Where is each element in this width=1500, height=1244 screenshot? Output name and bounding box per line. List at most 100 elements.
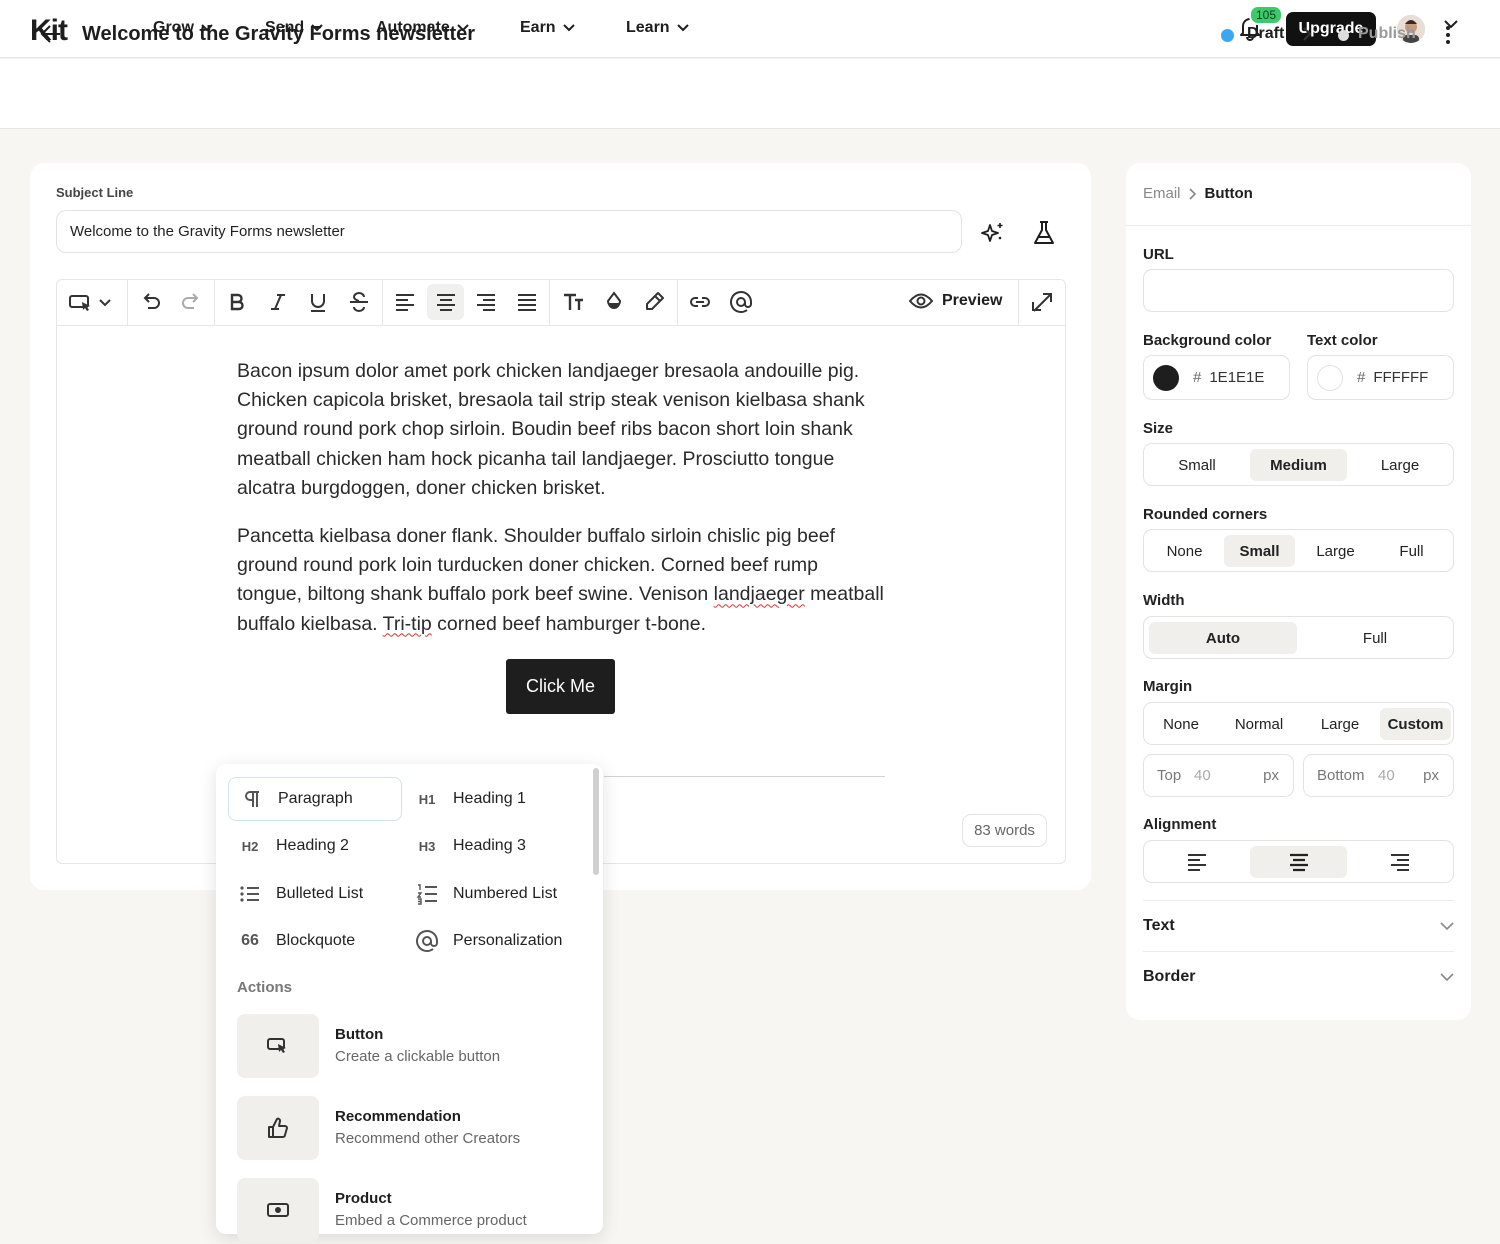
menu-item-label: Numbered List [453,885,558,902]
action-product-tile[interactable] [237,1178,319,1242]
margin-large[interactable]: Large [1305,708,1375,740]
menu-item-heading-1[interactable]: H1 Heading 1 [413,777,526,821]
bulleted-list-icon [236,884,264,904]
underline-icon[interactable] [308,290,328,314]
corners-large[interactable]: Large [1300,535,1371,567]
paragraph-2[interactable]: Pancetta kielbasa doner flank. Shoulder … [237,522,887,639]
align-center-option[interactable] [1250,846,1347,878]
menu-item-paragraph[interactable]: Paragraph [238,777,353,821]
misspelled-word[interactable]: Tri-tip [383,613,432,635]
menu-item-personalization[interactable]: Personalization [413,919,562,963]
strikethrough-icon[interactable] [348,290,370,314]
expand-icon[interactable] [1031,290,1053,314]
action-button-title[interactable]: Button [335,1026,383,1043]
highlight-icon[interactable] [643,290,665,314]
menu-item-numbered-list[interactable]: Numbered List [413,872,557,916]
nav-earn[interactable]: Earn [520,19,575,37]
breadcrumb-email[interactable]: Email [1143,185,1181,202]
email-cta-button[interactable]: Click Me [506,659,615,714]
flask-icon[interactable] [1032,220,1056,246]
width-full[interactable]: Full [1301,622,1449,654]
text-color-value[interactable]: FFFFFF [1373,369,1428,386]
panel-divider [1126,225,1471,226]
size-medium[interactable]: Medium [1250,449,1347,481]
margin-none[interactable]: None [1149,708,1213,740]
url-input[interactable] [1143,269,1454,312]
margin-bottom-label: Bottom [1317,767,1365,784]
corners-full[interactable]: Full [1376,535,1447,567]
ai-sparkle-icon[interactable] [981,221,1005,245]
preview-button[interactable]: Preview [908,291,1002,311]
text-color-swatch[interactable] [1317,364,1343,391]
italic-icon[interactable] [268,290,288,314]
subject-line-label: Subject Line [56,185,134,200]
publish-step[interactable]: Publish [1358,25,1416,43]
margin-custom[interactable]: Custom [1380,708,1451,740]
align-left-icon[interactable] [394,290,416,314]
align-left-option[interactable] [1149,846,1245,878]
margin-top-input[interactable]: Top 40 px [1143,754,1294,797]
block-type-icon[interactable] [68,290,114,314]
text-color-field[interactable]: # FFFFFF [1307,355,1454,400]
notification-badge: 105 [1249,5,1284,25]
size-large[interactable]: Large [1352,449,1448,481]
corners-none[interactable]: None [1149,535,1220,567]
menu-item-blockquote[interactable]: 66 Blockquote [236,919,355,963]
align-right-option[interactable] [1352,846,1448,878]
text-line: meatball chicken ham hock picanha tail l… [237,447,835,470]
bold-icon[interactable] [227,290,247,314]
more-options-icon[interactable] [1439,24,1457,46]
width-auto[interactable]: Auto [1149,622,1297,654]
draft-step[interactable]: Draft [1247,25,1284,43]
margin-top-value[interactable]: 40 [1194,767,1211,784]
action-recommendation-tile[interactable] [237,1096,319,1160]
paragraph-1[interactable]: Bacon ipsum dolor amet pork chicken land… [237,357,887,503]
border-section-toggle[interactable]: Border [1143,968,1454,986]
px-unit: px [1423,767,1439,784]
back-arrow-icon[interactable] [40,24,62,44]
margin-bottom-input[interactable]: Bottom 40 px [1303,754,1454,797]
text-size-icon[interactable] [561,290,585,314]
nav-learn[interactable]: Learn [626,19,689,37]
menu-scrollbar[interactable] [593,768,599,875]
toolbar-divider [57,325,1065,326]
menu-item-heading-2[interactable]: H2 Heading 2 [236,824,349,868]
background-color-field[interactable]: # 1E1E1E [1143,355,1290,400]
redo-icon[interactable] [180,290,202,314]
margin-normal[interactable]: Normal [1221,708,1297,740]
margin-bottom-value[interactable]: 40 [1378,767,1395,784]
background-color-value[interactable]: 1E1E1E [1209,369,1264,386]
toolbar-separator [382,280,383,325]
corners-small[interactable]: Small [1224,535,1295,567]
alignment-segmented-control [1143,840,1454,883]
menu-item-heading-3[interactable]: H3 Heading 3 [413,824,526,868]
text-segment: meatball [804,583,884,606]
align-center-icon[interactable] [435,290,457,314]
action-product-title[interactable]: Product [335,1190,392,1207]
link-icon[interactable] [688,290,712,314]
align-right-icon[interactable] [475,290,497,314]
align-justify-icon[interactable] [516,290,538,314]
nav-learn-label: Learn [626,19,670,36]
misspelled-word[interactable]: landjaeger [714,583,805,605]
action-recommendation-title[interactable]: Recommendation [335,1108,461,1125]
text-section-toggle[interactable]: Text [1143,917,1454,935]
text-color-icon[interactable] [603,290,625,314]
mention-icon[interactable] [729,290,753,314]
menu-item-label: Blockquote [276,932,356,949]
publish-status-dot [1338,30,1349,41]
size-small[interactable]: Small [1149,449,1245,481]
background-color-swatch[interactable] [1153,364,1179,391]
action-button-tile[interactable] [237,1014,319,1078]
undo-icon[interactable] [140,290,162,314]
toolbar-separator [677,280,678,325]
subject-line-input[interactable]: Welcome to the Gravity Forms newsletter [56,210,962,253]
px-unit: px [1263,767,1279,784]
menu-item-bulleted-list[interactable]: Bulleted List [236,872,363,916]
action-recommendation-subtitle: Recommend other Creators [335,1130,521,1147]
text-line: Chicken capicola brisket, bresaola tail … [237,389,865,412]
breadcrumb-button: Button [1204,185,1253,202]
toolbar-separator [214,280,215,325]
content-divider [604,776,885,777]
align-right-icon [1391,854,1409,871]
